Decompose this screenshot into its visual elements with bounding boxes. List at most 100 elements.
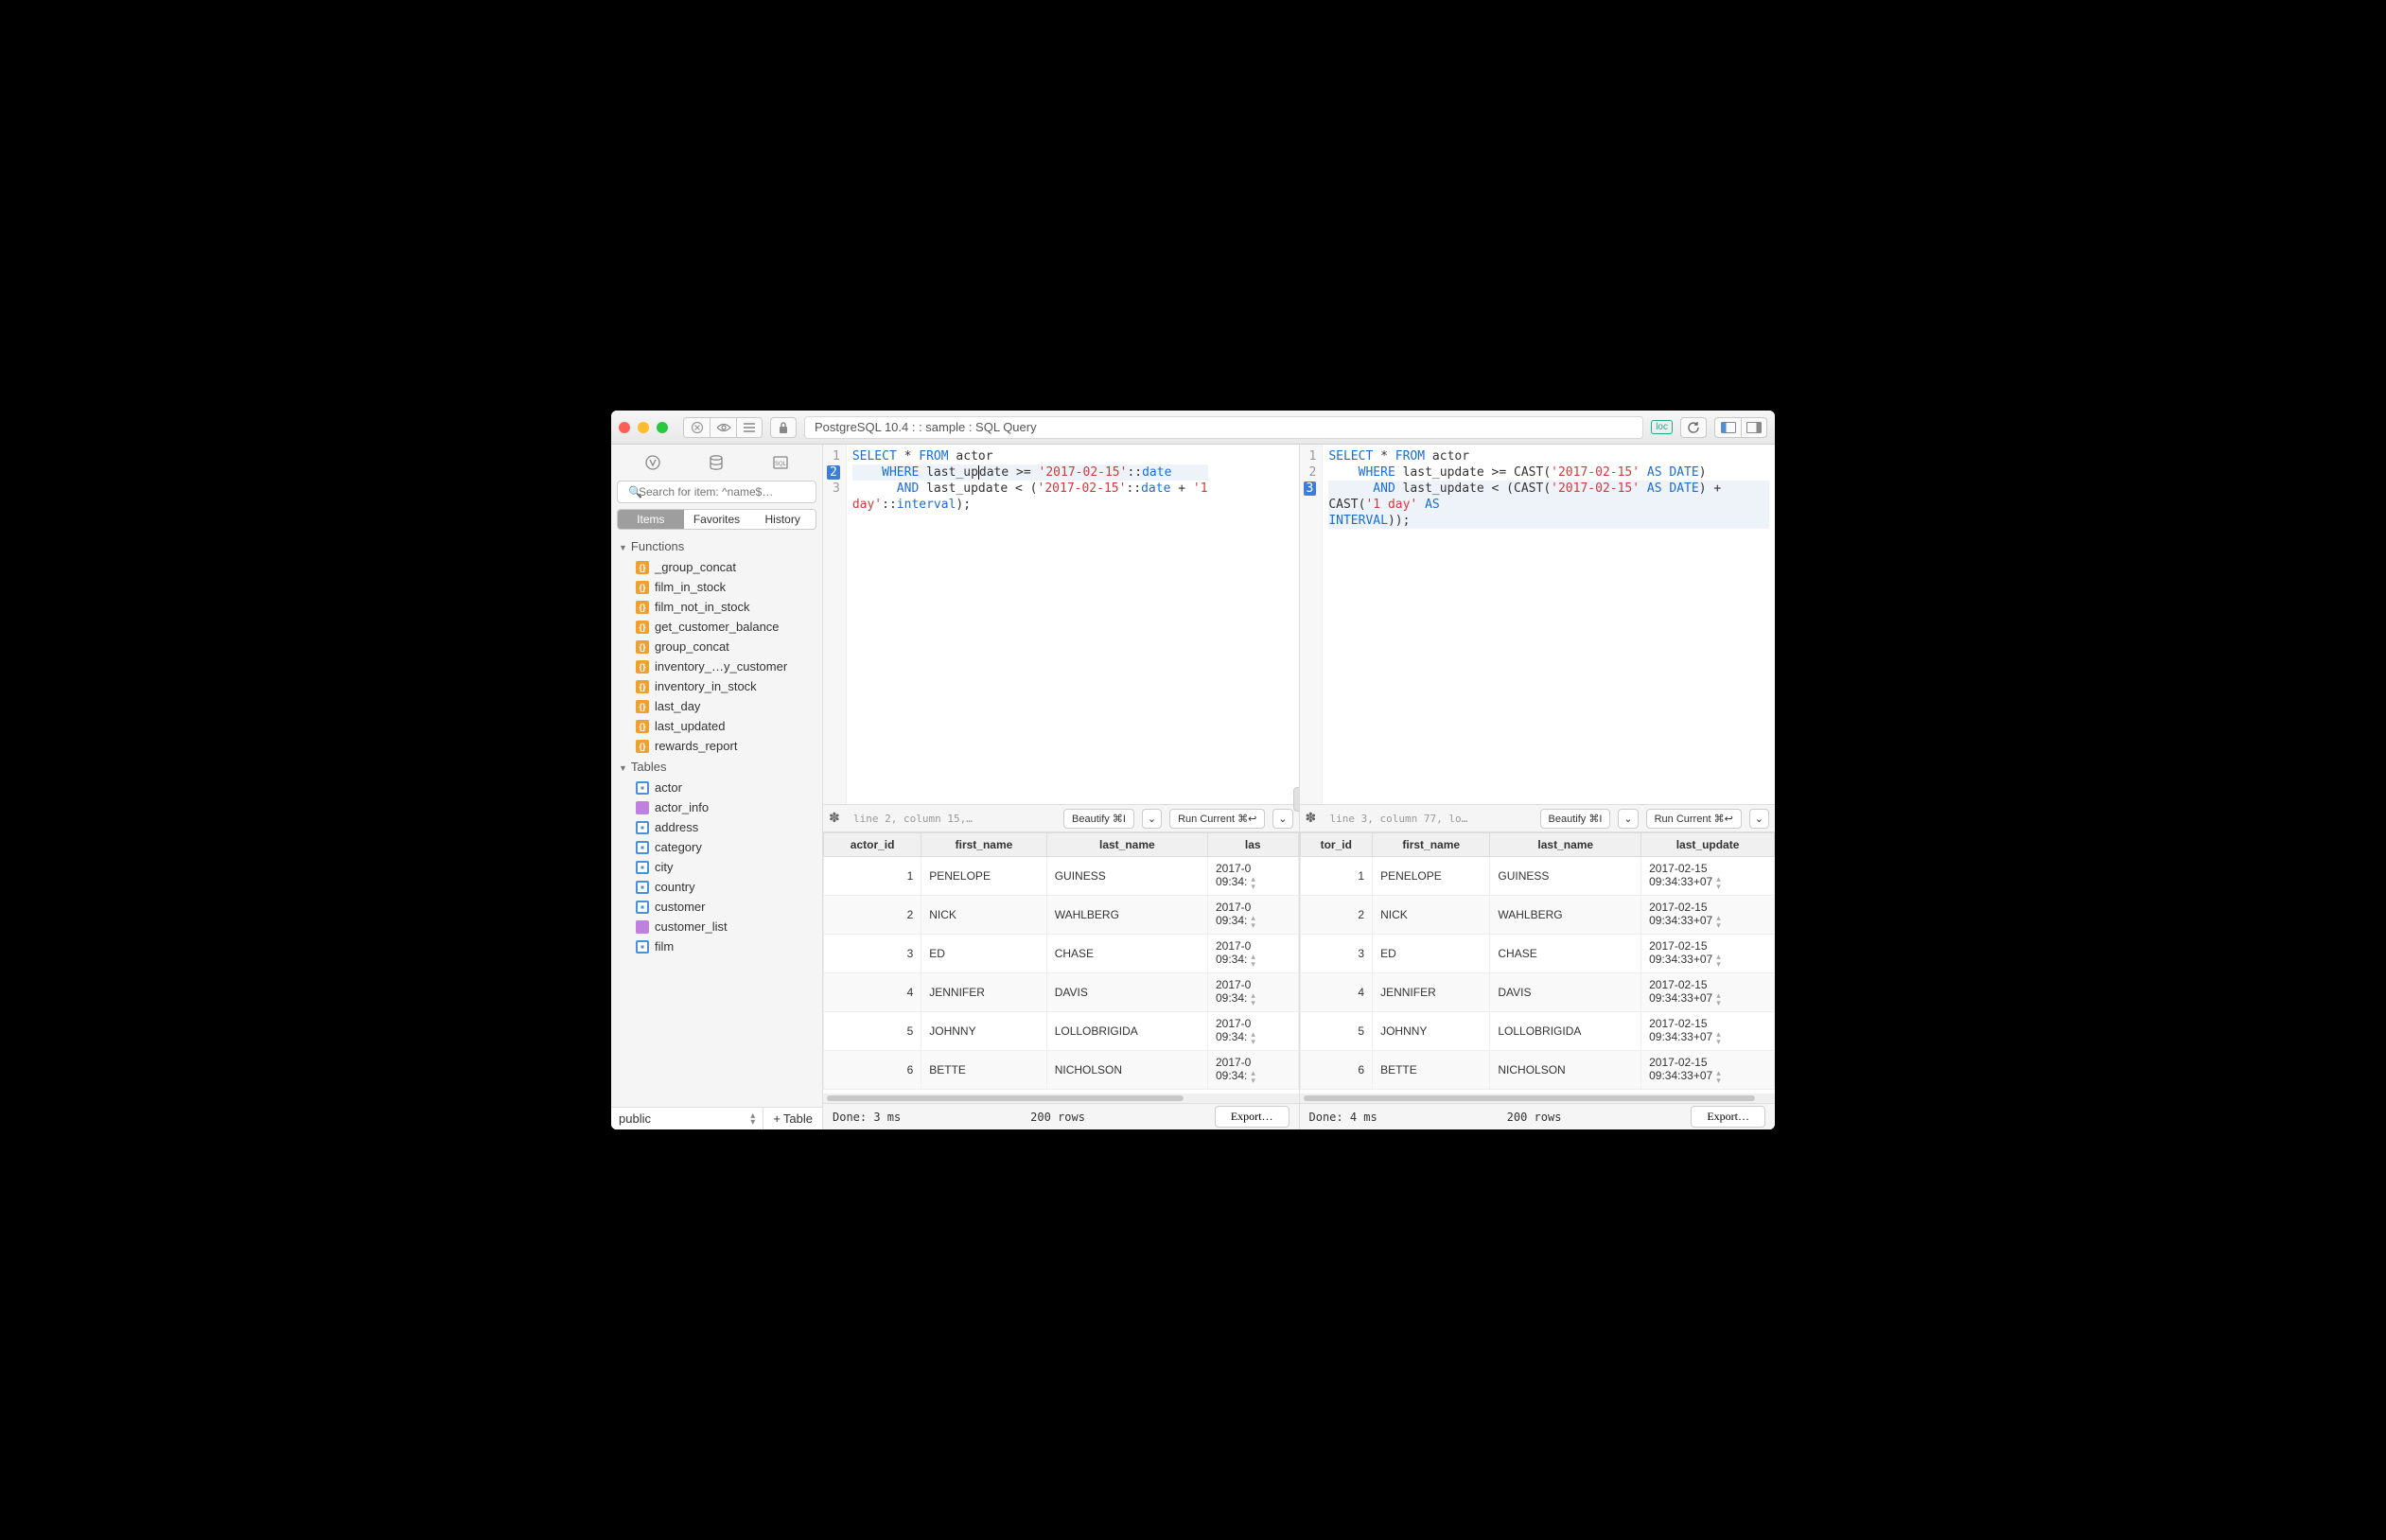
tree-item-function[interactable]: {}group_concat bbox=[611, 637, 822, 656]
tree-item-table[interactable]: address bbox=[611, 817, 822, 837]
tree-item-table[interactable]: customer_list bbox=[611, 917, 822, 936]
sql-editor-right[interactable]: 123 SELECT * FROM actor WHERE last_updat… bbox=[1300, 445, 1776, 804]
run-button[interactable]: Run Current ⌘↩ bbox=[1646, 809, 1742, 829]
column-header[interactable]: actor_id bbox=[824, 833, 921, 857]
search-input[interactable] bbox=[617, 481, 816, 503]
function-icon: {} bbox=[636, 700, 649, 713]
stepper-icon[interactable]: ▴▾ bbox=[1251, 1030, 1255, 1045]
column-header[interactable]: last_update bbox=[1641, 833, 1775, 857]
table-row[interactable]: 4JENNIFERDAVIS2017-02-15 09:34:33+07▴▾ bbox=[1300, 973, 1775, 1012]
stepper-icon[interactable]: ▴▾ bbox=[1251, 991, 1255, 1006]
eye-icon[interactable] bbox=[710, 417, 736, 438]
tree-item-function[interactable]: {}inventory_…y_customer bbox=[611, 656, 822, 676]
stepper-icon[interactable]: ▴▾ bbox=[1251, 953, 1255, 968]
run-button[interactable]: Run Current ⌘↩ bbox=[1169, 809, 1265, 829]
tree-header-functions[interactable]: Functions bbox=[611, 535, 822, 557]
beautify-button[interactable]: Beautify ⌘I bbox=[1063, 809, 1134, 829]
table-row[interactable]: 6BETTENICHOLSON2017-02-15 09:34:33+07▴▾ bbox=[1300, 1051, 1775, 1090]
tree-item-table[interactable]: city bbox=[611, 857, 822, 877]
cancel-icon[interactable] bbox=[683, 417, 710, 438]
list-icon[interactable] bbox=[736, 417, 763, 438]
tree-header-tables[interactable]: Tables bbox=[611, 756, 822, 778]
sql-icon[interactable]: SQL bbox=[770, 452, 791, 473]
table-icon bbox=[636, 940, 649, 954]
table-row[interactable]: 2NICKWAHLBERG2017-0 09:34:▴▾ bbox=[824, 896, 1299, 935]
connection-icon[interactable] bbox=[642, 452, 663, 473]
run-dropdown[interactable]: ⌄ bbox=[1749, 809, 1769, 829]
segment-items[interactable]: Items bbox=[618, 510, 684, 529]
database-icon[interactable] bbox=[706, 452, 727, 473]
tree-item-table[interactable]: category bbox=[611, 837, 822, 857]
results-grid-left[interactable]: actor_idfirst_namelast_namelas1PENELOPEG… bbox=[823, 832, 1299, 1094]
table-row[interactable]: 5JOHNNYLOLLOBRIGIDA2017-0 09:34:▴▾ bbox=[824, 1012, 1299, 1051]
segment-favorites[interactable]: Favorites bbox=[684, 510, 750, 529]
stepper-icon[interactable]: ▴▾ bbox=[1716, 991, 1721, 1006]
tree-item-function[interactable]: {}get_customer_balance bbox=[611, 617, 822, 637]
table-row[interactable]: 5JOHNNYLOLLOBRIGIDA2017-02-15 09:34:33+0… bbox=[1300, 1012, 1775, 1051]
stepper-icon[interactable]: ▴▾ bbox=[1716, 875, 1721, 890]
tree-item-table[interactable]: customer bbox=[611, 897, 822, 917]
export-button[interactable]: Export… bbox=[1215, 1106, 1289, 1128]
beautify-dropdown[interactable]: ⌄ bbox=[1618, 809, 1638, 829]
gear-icon[interactable]: ✽ bbox=[1306, 810, 1323, 827]
column-header[interactable]: last_name bbox=[1490, 833, 1641, 857]
close-window-button[interactable] bbox=[619, 422, 630, 433]
minimize-window-button[interactable] bbox=[638, 422, 649, 433]
titlebar: PostgreSQL 10.4 : : sample : SQL Query l… bbox=[611, 411, 1775, 445]
tree-item-table[interactable]: actor bbox=[611, 778, 822, 797]
zoom-window-button[interactable] bbox=[657, 422, 668, 433]
stepper-icon[interactable]: ▴▾ bbox=[1251, 875, 1255, 890]
table-row[interactable]: 2NICKWAHLBERG2017-02-15 09:34:33+07▴▾ bbox=[1300, 896, 1775, 935]
tree-item-function[interactable]: {}last_day bbox=[611, 696, 822, 716]
table-row[interactable]: 6BETTENICHOLSON2017-0 09:34:▴▾ bbox=[824, 1051, 1299, 1090]
schema-selector[interactable]: public▴▾ bbox=[611, 1108, 763, 1129]
stepper-icon[interactable]: ▴▾ bbox=[1716, 1069, 1721, 1084]
tree-item-function[interactable]: {}_group_concat bbox=[611, 557, 822, 577]
window-controls bbox=[619, 422, 668, 433]
sql-editor-left[interactable]: 123 SELECT * FROM actor WHERE last_updat… bbox=[823, 445, 1299, 804]
tree-item-function[interactable]: {}rewards_report bbox=[611, 736, 822, 756]
beautify-dropdown[interactable]: ⌄ bbox=[1142, 809, 1162, 829]
column-header[interactable]: las bbox=[1207, 833, 1298, 857]
tree-item-function[interactable]: {}film_in_stock bbox=[611, 577, 822, 597]
tree-item-table[interactable]: country bbox=[611, 877, 822, 897]
tree-item-table[interactable]: actor_info bbox=[611, 797, 822, 817]
refresh-icon[interactable] bbox=[1680, 417, 1707, 438]
table-row[interactable]: 3EDCHASE2017-0 09:34:▴▾ bbox=[824, 935, 1299, 973]
column-header[interactable]: tor_id bbox=[1300, 833, 1373, 857]
table-icon bbox=[636, 841, 649, 854]
search-icon: 🔍 bbox=[628, 485, 642, 499]
results-grid-right[interactable]: tor_idfirst_namelast_namelast_update1PEN… bbox=[1300, 832, 1776, 1094]
column-header[interactable]: first_name bbox=[1373, 833, 1490, 857]
horizontal-scrollbar[interactable] bbox=[1300, 1094, 1776, 1103]
beautify-button[interactable]: Beautify ⌘I bbox=[1540, 809, 1611, 829]
sidebar-right-icon[interactable] bbox=[1741, 417, 1767, 438]
column-header[interactable]: first_name bbox=[921, 833, 1046, 857]
sidebar-segments: Items Favorites History bbox=[617, 509, 816, 530]
table-row[interactable]: 1PENELOPEGUINESS2017-0 09:34:▴▾ bbox=[824, 857, 1299, 896]
gear-icon[interactable]: ✽ bbox=[829, 810, 846, 827]
stepper-icon[interactable]: ▴▾ bbox=[1716, 953, 1721, 968]
tree-item-function[interactable]: {}last_updated bbox=[611, 716, 822, 736]
sidebar-left-icon[interactable] bbox=[1714, 417, 1741, 438]
tree-item-function[interactable]: {}inventory_in_stock bbox=[611, 676, 822, 696]
stepper-icon[interactable]: ▴▾ bbox=[1716, 914, 1721, 929]
column-header[interactable]: last_name bbox=[1046, 833, 1207, 857]
run-dropdown[interactable]: ⌄ bbox=[1272, 809, 1292, 829]
function-icon: {} bbox=[636, 640, 649, 654]
tree-item-function[interactable]: {}film_not_in_stock bbox=[611, 597, 822, 617]
stepper-icon[interactable]: ▴▾ bbox=[1251, 1069, 1255, 1084]
stepper-icon[interactable]: ▴▾ bbox=[1716, 1030, 1721, 1045]
table-row[interactable]: 4JENNIFERDAVIS2017-0 09:34:▴▾ bbox=[824, 973, 1299, 1012]
segment-history[interactable]: History bbox=[749, 510, 816, 529]
tree-item-table[interactable]: film bbox=[611, 936, 822, 956]
stepper-icon[interactable]: ▴▾ bbox=[1251, 914, 1255, 929]
lock-icon[interactable] bbox=[770, 417, 797, 438]
export-button[interactable]: Export… bbox=[1691, 1106, 1765, 1128]
table-icon bbox=[636, 781, 649, 795]
table-row[interactable]: 3EDCHASE2017-02-15 09:34:33+07▴▾ bbox=[1300, 935, 1775, 973]
horizontal-scrollbar[interactable] bbox=[823, 1094, 1299, 1103]
add-table-button[interactable]: +Table bbox=[763, 1108, 822, 1129]
table-icon bbox=[636, 881, 649, 894]
table-row[interactable]: 1PENELOPEGUINESS2017-02-15 09:34:33+07▴▾ bbox=[1300, 857, 1775, 896]
